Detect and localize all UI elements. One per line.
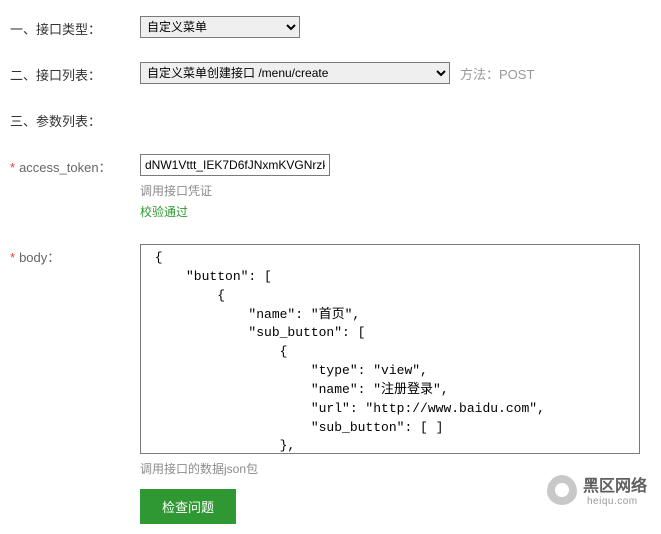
label-access-token: access_token：	[10, 154, 140, 176]
status-ok: 校验通过	[140, 203, 651, 220]
hint-access-token: 调用接口凭证	[140, 182, 651, 199]
mushroom-icon	[547, 475, 577, 505]
method-label: 方法：POST	[460, 64, 534, 83]
textarea-body[interactable]	[140, 244, 640, 454]
label-body: body：	[10, 244, 140, 266]
label-interface-type: 一、接口类型：	[10, 16, 140, 38]
label-params: 三、参数列表：	[10, 108, 140, 130]
input-access-token[interactable]	[140, 154, 330, 176]
select-interface-list[interactable]: 自定义菜单创建接口 /menu/create	[140, 62, 450, 84]
select-interface-type[interactable]: 自定义菜单	[140, 16, 300, 38]
label-interface-list: 二、接口列表：	[10, 62, 140, 84]
watermark: 黑区网络 heiqu.com	[547, 472, 647, 507]
check-button[interactable]: 检查问题	[140, 489, 236, 524]
